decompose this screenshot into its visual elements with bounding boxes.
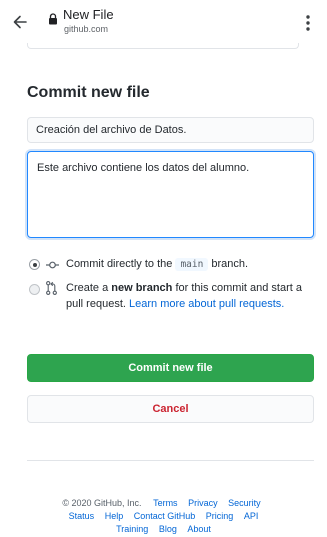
footer-link-api[interactable]: API: [244, 511, 259, 521]
footer-row-1: © 2020 GitHub, Inc. Terms Privacy Securi…: [0, 497, 327, 510]
footer-link-pricing[interactable]: Pricing: [206, 511, 234, 521]
footer-link-help[interactable]: Help: [105, 511, 124, 521]
pull-request-icon: [46, 281, 57, 295]
commit-directly-radio[interactable]: [29, 259, 40, 270]
learn-more-link[interactable]: Learn more about pull requests.: [129, 298, 284, 310]
footer-row-3: Training Blog About: [0, 523, 327, 536]
footer-link-about[interactable]: About: [187, 524, 211, 534]
commit-new-file-button[interactable]: Commit new file: [27, 354, 314, 382]
commit-description-textarea[interactable]: Este archivo contiene los datos del alum…: [27, 151, 314, 238]
new-branch-bold: new branch: [111, 282, 173, 294]
footer-link-terms[interactable]: Terms: [153, 498, 178, 508]
new-branch-prefix: Create a: [66, 282, 109, 294]
new-branch-radio[interactable]: [29, 284, 40, 295]
footer-link-security[interactable]: Security: [228, 498, 261, 508]
page-title: New File: [63, 7, 114, 22]
commit-directly-text: Commit directly to the: [66, 258, 173, 270]
commit-heading: Commit new file: [27, 84, 150, 101]
back-arrow-icon[interactable]: [10, 12, 30, 32]
site-footer: © 2020 GitHub, Inc. Terms Privacy Securi…: [0, 497, 327, 536]
page-url[interactable]: github.com: [64, 24, 108, 34]
footer-link-contact[interactable]: Contact GitHub: [134, 511, 196, 521]
footer-link-training[interactable]: Training: [116, 524, 148, 534]
lock-icon: [49, 13, 57, 25]
git-commit-icon: [46, 261, 59, 269]
commit-directly-label: Commit directly to the main branch.: [66, 256, 316, 273]
footer-link-status[interactable]: Status: [69, 511, 95, 521]
new-branch-label: Create a new branch for this commit and …: [66, 280, 306, 312]
footer-divider: [27, 460, 314, 461]
footer-link-blog[interactable]: Blog: [159, 524, 177, 534]
branch-name-badge: main: [175, 258, 209, 271]
commit-directly-suffix: branch.: [211, 258, 249, 270]
cancel-button[interactable]: Cancel: [27, 395, 314, 423]
footer-copyright: © 2020 GitHub, Inc.: [62, 498, 142, 508]
commit-summary-input[interactable]: Creación del archivo de Datos.: [27, 117, 314, 143]
more-options-icon[interactable]: [300, 14, 316, 32]
browser-toolbar: New File github.com: [0, 0, 327, 44]
footer-link-privacy[interactable]: Privacy: [188, 498, 218, 508]
editor-box-bottom-edge: [27, 43, 299, 49]
footer-row-2: Status Help Contact GitHub Pricing API: [0, 510, 327, 523]
